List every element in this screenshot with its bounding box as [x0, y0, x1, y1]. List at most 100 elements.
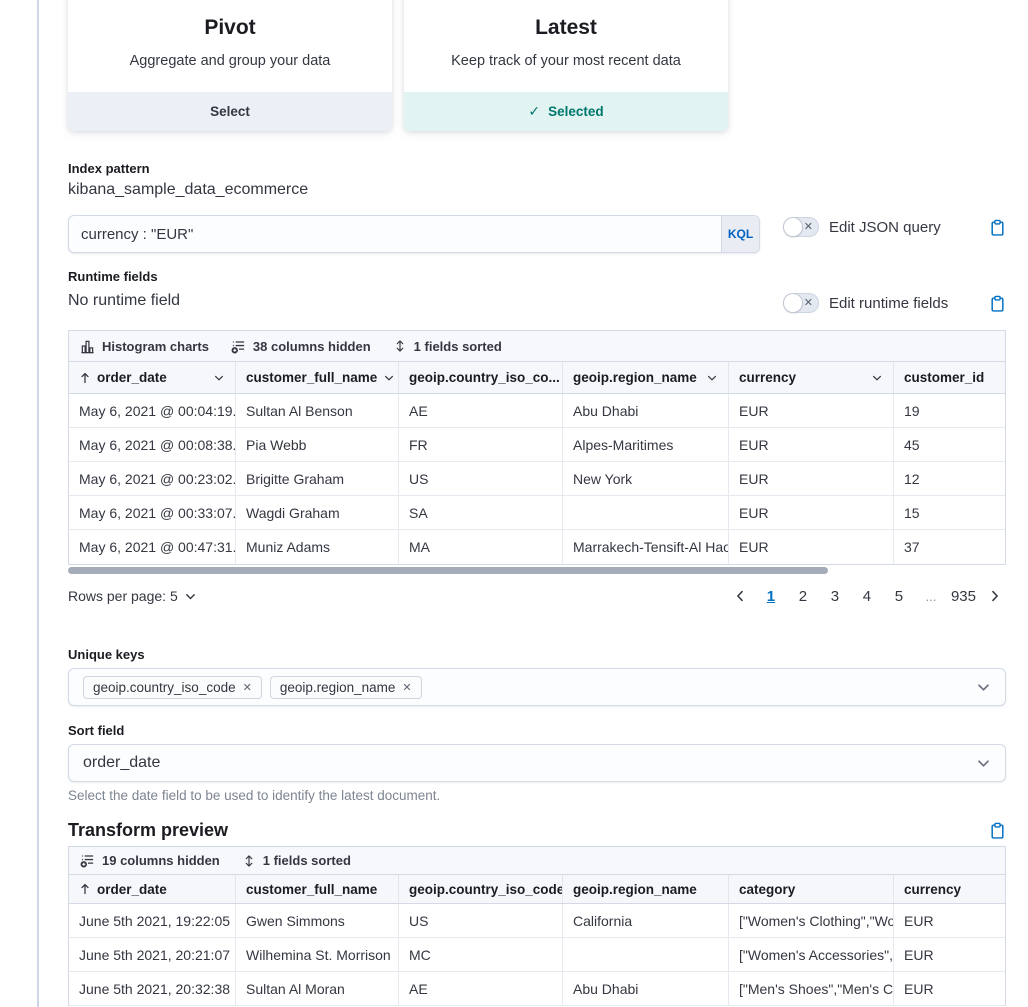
pivot-card-title: Pivot [68, 16, 392, 40]
sort-ascending-icon [79, 372, 91, 384]
cell-order-date: June 5th 2021, 19:22:05 [69, 904, 236, 937]
query-input[interactable]: currency : "EUR" [69, 216, 721, 252]
transform-method-cards: Pivot Aggregate and group your data Sele… [68, 0, 728, 131]
column-header-currency[interactable]: currency [729, 362, 894, 393]
pivot-select-label: Select [210, 104, 250, 119]
sort-fields-icon [393, 339, 407, 353]
horizontal-scrollbar-thumb[interactable] [68, 567, 828, 574]
page-number-button[interactable]: 1 [759, 584, 783, 608]
cell-customer-id: 19 [894, 394, 1005, 427]
column-header-label: geoip.region_name [573, 370, 697, 385]
column-header-label: customer_id [904, 370, 984, 385]
column-header-customer-full-name[interactable]: customer_full_name [236, 362, 399, 393]
unique-keys-label: Unique keys [68, 647, 145, 662]
edit-runtime-fields-row: ✕ Edit runtime fields [783, 292, 1006, 314]
column-header-customer-id[interactable]: customer_id [894, 362, 1005, 393]
chevron-down-icon [184, 590, 197, 603]
check-icon: ✓ [528, 103, 540, 120]
sort-field-select[interactable]: order_date [68, 744, 1006, 782]
rows-per-page-button[interactable]: Rows per page: 5 [68, 588, 197, 604]
cell-region-name [563, 938, 729, 971]
page-number-button[interactable]: 5 [887, 584, 911, 608]
column-header-country-iso-code[interactable]: geoip.country_iso_co... [399, 362, 563, 393]
page-number-button[interactable]: 3 [823, 584, 847, 608]
cell-customer-full-name: Brigitte Graham [236, 462, 399, 495]
histogram-charts-button[interactable]: Histogram charts [80, 339, 209, 354]
column-header-customer-full-name[interactable]: customer_full_name [236, 875, 399, 903]
column-header-country-iso-code[interactable]: geoip.country_iso_code [399, 875, 563, 903]
query-bar: currency : "EUR" KQL [68, 215, 760, 253]
cell-currency: EUR [894, 938, 1005, 971]
column-header-label: currency [739, 370, 796, 385]
source-data-grid: Histogram charts 38 columns hidden 1 fie… [68, 330, 1006, 565]
fields-sorted-button[interactable]: 1 fields sorted [242, 853, 351, 868]
column-header-order-date[interactable]: order_date [69, 362, 236, 393]
table-row: June 5th 2021, 20:32:38 Sultan Al Moran … [69, 972, 1005, 1006]
chevron-right-icon [988, 589, 1002, 603]
runtime-fields-label: Runtime fields [68, 269, 158, 284]
cell-order-date: June 5th 2021, 20:21:07 [69, 938, 236, 971]
pagination: 1 2 3 4 5 ... 935 [729, 584, 1006, 608]
chevron-down-icon [976, 756, 991, 771]
copy-runtime-fields-button[interactable] [989, 295, 1006, 312]
copy-query-button[interactable] [989, 219, 1006, 236]
toggle-knob [784, 294, 802, 312]
column-header-region-name[interactable]: geoip.region_name [563, 362, 729, 393]
column-header-category[interactable]: category [729, 875, 894, 903]
cell-region-name: Alpes-Maritimes [563, 428, 729, 461]
last-page-button[interactable]: 935 [951, 584, 976, 608]
cell-region-name: Marrakech-Tensift-Al Hao... [563, 530, 729, 564]
table-row: May 6, 2021 @ 00:23:02... Brigitte Graha… [69, 462, 1005, 496]
column-header-currency[interactable]: currency [894, 875, 1005, 903]
cell-region-name: Abu Dhabi [563, 972, 729, 1005]
cell-customer-full-name: Wagdi Graham [236, 496, 399, 529]
cell-country-iso-code: MC [399, 938, 563, 971]
kql-language-button[interactable]: KQL [721, 216, 759, 252]
latest-selected-label: Selected [548, 104, 604, 119]
pivot-select-button[interactable]: Select [68, 92, 392, 131]
edit-runtime-fields-toggle[interactable]: ✕ [783, 293, 819, 313]
chevron-down-icon [706, 372, 718, 384]
edit-json-query-toggle[interactable]: ✕ [783, 217, 819, 237]
cell-currency: EUR [729, 462, 894, 495]
grid-pagination-row: Rows per page: 5 1 2 3 4 5 ... 935 [68, 584, 1006, 608]
cell-customer-full-name: Muniz Adams [236, 530, 399, 564]
column-header-label: geoip.country_iso_code [409, 882, 563, 897]
table-row: May 6, 2021 @ 00:47:31... Muniz Adams MA… [69, 530, 1005, 564]
next-page-button[interactable] [984, 589, 1006, 603]
cell-country-iso-code: AE [399, 394, 563, 427]
previous-page-button[interactable] [729, 589, 751, 603]
columns-hidden-button[interactable]: 19 columns hidden [80, 853, 220, 868]
cell-currency: EUR [894, 972, 1005, 1005]
cell-order-date: May 6, 2021 @ 00:33:07... [69, 496, 236, 529]
index-pattern-label: Index pattern [68, 161, 150, 176]
latest-card: Latest Keep track of your most recent da… [404, 0, 728, 131]
pagination-ellipsis: ... [919, 584, 943, 608]
unique-keys-combobox[interactable]: geoip.country_iso_code ✕ geoip.region_na… [68, 668, 1006, 706]
table-row: May 6, 2021 @ 00:08:38... Pia Webb FR Al… [69, 428, 1005, 462]
runtime-fields-value: No runtime field [68, 292, 180, 310]
page-number-button[interactable]: 2 [791, 584, 815, 608]
remove-pill-icon[interactable]: ✕ [402, 681, 411, 694]
column-header-region-name[interactable]: geoip.region_name [563, 875, 729, 903]
pivot-card: Pivot Aggregate and group your data Sele… [68, 0, 392, 131]
cell-currency: EUR [894, 904, 1005, 937]
rows-per-page-label: Rows per page: 5 [68, 588, 178, 604]
cell-customer-full-name: Gwen Simmons [236, 904, 399, 937]
cell-country-iso-code: FR [399, 428, 563, 461]
toggle-off-cross-icon: ✕ [804, 295, 813, 311]
column-header-order-date[interactable]: order_date [69, 875, 236, 903]
preview-grid-header: order_date customer_full_name geoip.coun… [69, 875, 1005, 904]
remove-pill-icon[interactable]: ✕ [243, 681, 252, 694]
fields-sorted-button[interactable]: 1 fields sorted [393, 339, 502, 354]
cell-customer-id: 45 [894, 428, 1005, 461]
source-grid-toolbar: Histogram charts 38 columns hidden 1 fie… [69, 331, 1005, 362]
latest-selected-button[interactable]: ✓ Selected [404, 92, 728, 131]
columns-hidden-button[interactable]: 38 columns hidden [231, 339, 371, 354]
toggle-knob [784, 218, 802, 236]
column-header-label: geoip.region_name [573, 882, 697, 897]
page-number-button[interactable]: 4 [855, 584, 879, 608]
copy-preview-button[interactable] [989, 822, 1006, 839]
cell-currency: EUR [729, 428, 894, 461]
pill-label: geoip.region_name [280, 680, 396, 695]
